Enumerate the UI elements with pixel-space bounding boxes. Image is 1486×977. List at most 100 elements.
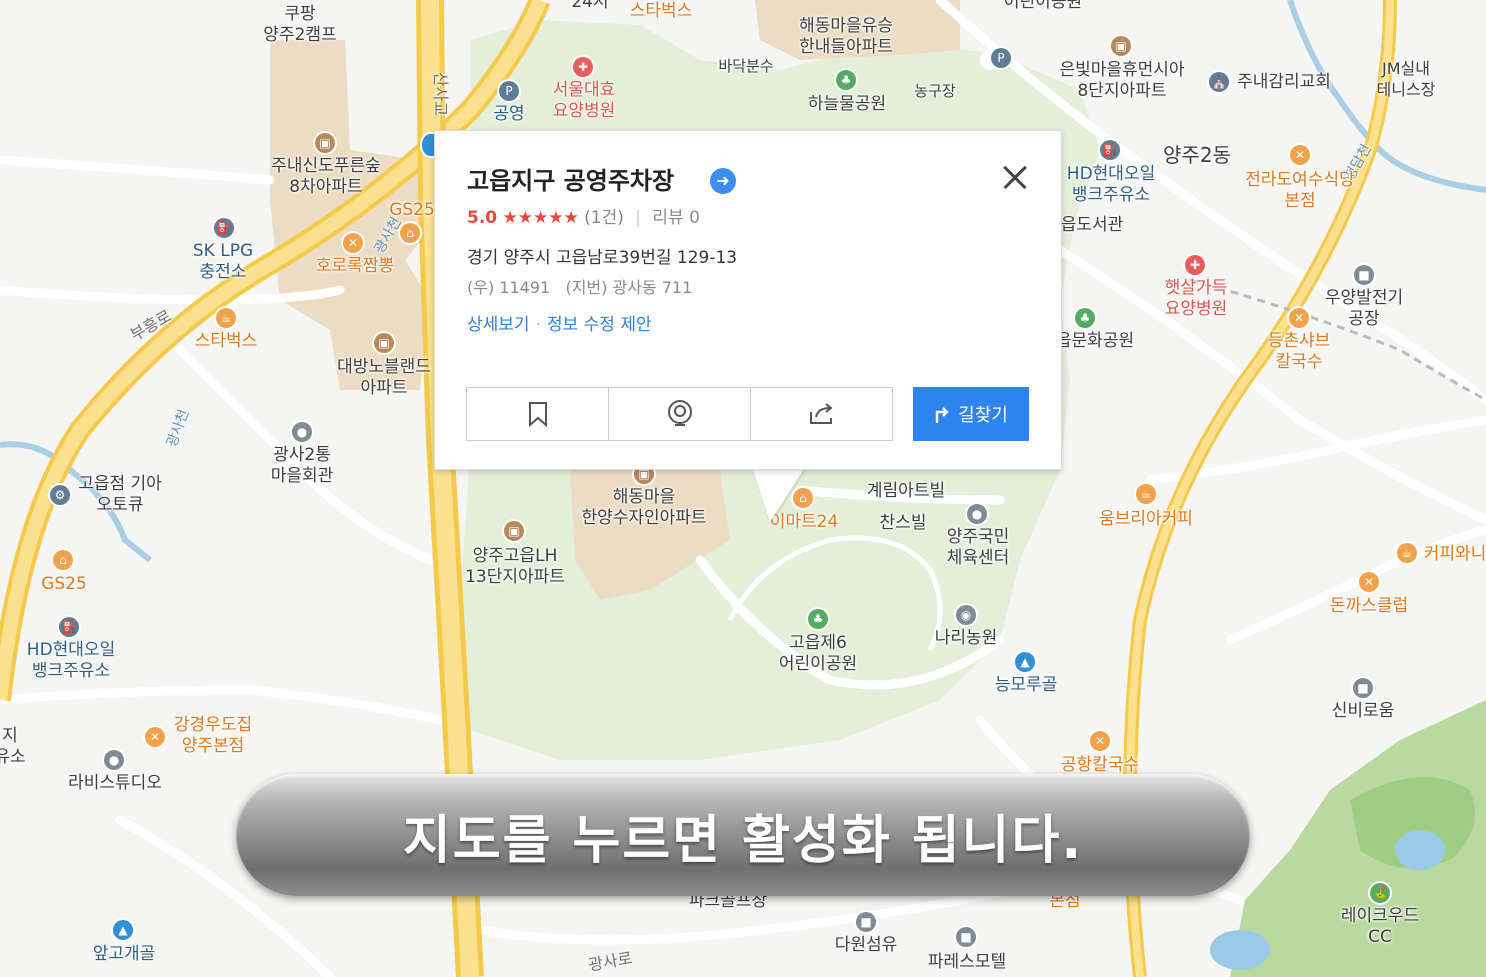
place-lh13[interactable]: 양주고읍LH 13단지아파트: [465, 546, 565, 588]
park-icon[interactable]: ♣: [808, 609, 828, 629]
church-icon[interactable]: ⛪: [1209, 72, 1229, 92]
activate-map-banner[interactable]: 지도를 누르면 활성화 됩니다.: [236, 774, 1250, 896]
place-haedong-hanyang[interactable]: 해동마을 한양수자인아파트: [581, 487, 706, 529]
parking-icon[interactable]: P: [499, 81, 519, 101]
golf-icon[interactable]: ⛳: [1370, 883, 1390, 903]
hospital-icon[interactable]: ✚: [573, 57, 593, 77]
place-kupang[interactable]: 쿠팡 양주2캠프: [263, 4, 336, 46]
review-count[interactable]: 리뷰 0: [652, 208, 700, 228]
place-haneul-park[interactable]: 하늘물공원: [808, 94, 886, 115]
gas-station-icon[interactable]: ⛽: [59, 617, 79, 637]
building-icon[interactable]: ■: [856, 912, 876, 932]
place-haedong-yusung[interactable]: 해동마을유승 한내들아파트: [799, 16, 893, 58]
edit-suggest-link[interactable]: 정보 수정 제안: [547, 315, 652, 335]
apartment-icon[interactable]: ▣: [315, 133, 335, 153]
place-starbucks-top[interactable]: 스타벅스: [630, 1, 693, 22]
place-junaegamri[interactable]: 주내감리교회: [1237, 72, 1331, 93]
place-apgogae[interactable]: 앞고개골: [93, 944, 156, 965]
place-daebang[interactable]: 대방노블랜드 아파트: [337, 357, 431, 399]
building-icon[interactable]: ●: [104, 750, 124, 770]
building-icon[interactable]: ■: [1353, 678, 1373, 698]
restaurant-icon[interactable]: ✕: [1290, 145, 1310, 165]
place-eunbit[interactable]: 은빛마을휴먼시아 8단지아파트: [1059, 60, 1184, 102]
place-gyerim[interactable]: 계림아트빌: [867, 481, 945, 502]
place-rabis[interactable]: 라비스튜디오: [68, 773, 162, 794]
place-umbria[interactable]: 움브리아커피: [1099, 509, 1193, 530]
place-sinbiroum[interactable]: 신비로움: [1332, 701, 1395, 722]
rating-count[interactable]: (1건): [584, 208, 624, 228]
place-hororok[interactable]: 호로록짬뽕: [316, 256, 394, 277]
place-gwangsa2[interactable]: 광사2통 마을회관: [271, 445, 334, 487]
building-icon[interactable]: ●: [292, 422, 312, 442]
place-gs25-b[interactable]: GS25: [41, 574, 87, 595]
gas-station-icon[interactable]: ⛽: [1100, 140, 1120, 160]
motel-icon[interactable]: ■: [956, 927, 976, 947]
cafe-icon[interactable]: ☕: [1136, 484, 1156, 504]
place-gangyeong[interactable]: 강경우도집 양주본점: [174, 715, 252, 757]
cafe-icon[interactable]: ☕: [216, 308, 236, 328]
convenience-store-icon[interactable]: ⌂: [400, 223, 420, 243]
place-24[interactable]: 24시: [571, 0, 608, 13]
place-eorini[interactable]: 어린이공원: [1004, 0, 1082, 13]
park-icon[interactable]: ♣: [1075, 308, 1095, 328]
place-goeup6[interactable]: 고읍제6 어린이공원: [779, 633, 857, 675]
place-badak[interactable]: 바닥분수: [718, 56, 773, 77]
place-gs25-a[interactable]: GS25: [389, 200, 435, 221]
restaurant-icon[interactable]: ✕: [1289, 308, 1309, 328]
apartment-icon[interactable]: ▣: [374, 333, 394, 353]
restaurant-icon[interactable]: ✕: [1090, 731, 1110, 751]
factory-icon[interactable]: ■: [1354, 265, 1374, 285]
go-arrow-icon[interactable]: ➜: [710, 168, 736, 194]
gas-station-icon[interactable]: ⛽: [214, 218, 234, 238]
place-neungmoru[interactable]: 능모루골: [995, 675, 1058, 696]
place-donkatsu[interactable]: 돈까스클럽: [1330, 596, 1408, 617]
place-hyundai-oil-right[interactable]: HD현대오일 뱅크주유소: [1067, 164, 1155, 206]
mountain-icon[interactable]: ▲: [1015, 652, 1035, 672]
directions-button[interactable]: 길찾기: [913, 387, 1029, 441]
place-kia[interactable]: 고읍점 기아 오토큐: [78, 474, 162, 516]
place-coffee-wani[interactable]: 커피와니: [1424, 544, 1486, 565]
apartment-icon[interactable]: ▣: [504, 521, 524, 541]
restaurant-icon[interactable]: ✕: [145, 727, 165, 747]
close-icon[interactable]: [997, 159, 1033, 195]
place-sk-lpg[interactable]: SK LPG 충전소: [193, 241, 253, 283]
place-jiyuso[interactable]: 지 유소: [0, 726, 26, 768]
place-hyundai-oil-left[interactable]: HD현대오일 뱅크주유소: [27, 640, 115, 682]
bookmark-button[interactable]: [467, 388, 609, 440]
place-chansvil[interactable]: 찬스빌: [880, 513, 927, 534]
place-nari[interactable]: 나리농원: [935, 628, 998, 649]
car-service-icon[interactable]: ⚙: [50, 485, 70, 505]
place-palace[interactable]: 파레스모텔: [928, 952, 1006, 973]
place-lakewood[interactable]: 레이크우드 CC: [1341, 906, 1419, 948]
convenience-store-icon[interactable]: ⌂: [53, 550, 73, 570]
place-gongyeong[interactable]: 공영: [493, 104, 524, 125]
roadview-button[interactable]: [609, 388, 751, 440]
place-yangju2dong[interactable]: 양주2동: [1163, 145, 1231, 166]
place-jm-tennis[interactable]: JM실내 테니스장: [1377, 58, 1436, 100]
camera-icon[interactable]: ◉: [956, 605, 976, 625]
detail-link[interactable]: 상세보기: [467, 315, 530, 335]
place-junae-apt[interactable]: 주내신도푸른숲 8차아파트: [271, 156, 380, 198]
place-culture-park[interactable]: 읍문화공원: [1056, 331, 1134, 352]
place-library[interactable]: 읍도서관: [1061, 215, 1124, 236]
share-button[interactable]: [751, 388, 892, 440]
place-seoul-hospital[interactable]: 서울대효 요양병원: [553, 80, 616, 122]
cafe-icon[interactable]: ☕: [1397, 543, 1417, 563]
place-yangju-sports[interactable]: 양주국민 체육센터: [947, 527, 1010, 569]
place-starbucks-left[interactable]: 스타벅스: [195, 331, 258, 352]
apartment-icon[interactable]: ▣: [1111, 36, 1131, 56]
place-title[interactable]: 고읍지구 공영주차장: [467, 161, 674, 196]
mountain-icon[interactable]: ▲: [113, 920, 133, 940]
hospital-icon[interactable]: ✚: [1185, 255, 1205, 275]
place-uyang[interactable]: 우양발전기 공장: [1325, 288, 1403, 330]
building-icon[interactable]: ●: [967, 504, 987, 524]
place-nonggujang[interactable]: 농구장: [914, 81, 955, 102]
park-icon[interactable]: ♣: [836, 70, 856, 90]
place-deungchon[interactable]: 등촌샤브 칼국수: [1268, 331, 1331, 373]
place-gonghang[interactable]: 공항칼국수: [1061, 755, 1139, 776]
place-haetsal[interactable]: 햇살가득 요양병원: [1165, 278, 1228, 320]
restaurant-icon[interactable]: ✕: [343, 233, 363, 253]
parking-icon[interactable]: P: [991, 48, 1011, 68]
restaurant-icon[interactable]: ✕: [1359, 572, 1379, 592]
place-jeolla[interactable]: 전라도여수식당 본점: [1245, 170, 1354, 212]
